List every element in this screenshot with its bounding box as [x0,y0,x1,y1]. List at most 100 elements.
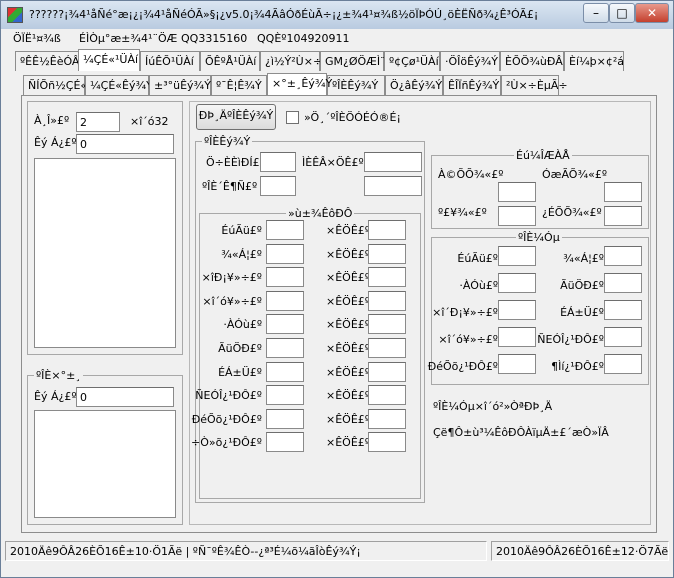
tab-row1-10[interactable]: Èí¼þ×¢²á [564,51,624,71]
tab-row2-3[interactable]: ±³°üÊý¾Ý [149,75,211,95]
growth-input-1[interactable] [498,182,536,202]
growth-input-4[interactable] [604,206,642,226]
attr-left-input[interactable] [266,338,304,358]
tab-row1-7[interactable]: º¢Çø¹ÜÀí [384,51,440,71]
skill-left-input[interactable] [498,354,536,374]
attr-right-label: ×ÊÖÊ£º [326,412,370,426]
skill-left-input[interactable] [498,327,536,347]
skill-right-input[interactable] [604,354,642,374]
attr-right-input[interactable] [368,267,406,288]
type-label: Ö÷ÈÈìÐÍ£º [206,156,265,169]
menu-qq[interactable]: QQ3315160 [181,32,247,45]
skill-right-input[interactable] [604,246,642,266]
menu-commercial[interactable]: ÉÌÒµ°æ±¾4¹¨ÖÆ [79,32,177,45]
tab-row1-1[interactable]: ºÊÊ½ÊèÓÂ [15,51,79,71]
attr-left-input[interactable] [266,220,304,240]
attr-left-label: ÐéÕõ¿¹ÐÔ£º [191,412,262,426]
tab-row2-9[interactable]: ²Ù×÷ÈµÃ÷ [501,75,568,95]
attr-right-input[interactable] [368,338,406,358]
growth-input-2[interactable] [604,182,642,202]
tab-row1-5[interactable]: ¿ì½Ý²Ù×÷ [260,51,322,71]
tab-row2-1[interactable]: ÑÍÕñ½ÇÉ« [23,75,87,95]
attr-left-label: ×î´ó¥»÷£º [202,294,262,308]
attr-right-label: ×ÊÖÊ£º [326,436,370,450]
growth-label-2: ÓæÃÕ¾«£º [542,168,608,181]
skill-right-input[interactable] [604,327,642,347]
tab-row1-8[interactable]: ·ÖÎöÊý¾Ý [440,51,500,71]
attr-right-label: ×ÊÖÊ£º [326,271,370,285]
attr-right-input[interactable] [368,432,406,453]
attr-left-input[interactable] [266,361,304,382]
attr-left-label: ÉÁ±Ü£º [218,365,262,379]
maximize-button[interactable]: □ [609,3,635,23]
attr-right-label: ×ÊÖÊ£º [326,342,370,355]
attr-left-input[interactable] [266,243,304,264]
menu-tools[interactable]: ÖÏË¹¤¾ß [13,32,61,45]
attr-left-input[interactable] [266,385,304,406]
attr-right-input[interactable] [368,243,406,264]
skill-left-input[interactable] [498,300,536,320]
skill-left-label: ÐéÕõ¿¹ÐÔ£º [427,360,498,373]
menu-qq-group[interactable]: QQÈº104920911 [257,32,349,45]
attr-left-label: ÉúÃü£º [221,224,262,237]
attr-left-input[interactable] [266,290,304,311]
attr-left-input[interactable] [266,408,304,429]
restore-checkbox[interactable] [286,111,299,124]
pet-listbox[interactable] [34,158,176,348]
quantity-input[interactable] [76,134,174,154]
tab-row1-3[interactable]: ÍúÊÕ¹ÜÀí [140,51,200,71]
window-title: ??????¡¾4¹åÑé°æ¡¿¡¾4¹åÑéÓÃ»§¡¿v5.0¡¾4ÃâÓ… [29,8,539,21]
modify-pet-button[interactable]: ÐÞ¸ÄºÎÈÊý¾Ý [196,104,276,130]
skill-right-label: ÑEÓÎ¿¹ÐÔ£º [537,333,604,346]
growth-input-3[interactable] [498,206,536,226]
status-bar: 2010Äê9ÔÂ26ÈÕ16Ê±10·Ö1Ãë | ºÑ¯ºÊ¾ÊÒ--¿ª³… [5,541,669,561]
tab-row2-4[interactable]: º¯Ê¦Ê¾Ý [211,75,267,95]
tab-pet-data[interactable]: ×°±¸Êý¾Ý [267,73,332,95]
pet-skill-title: ºÎÈ¼Óµ [516,231,562,244]
growth-group: Éú¼ÎÆÀÅ À©ÕÕ¾«£º ÓæÃÕ¾«£º º£¥¾«£º ¿ÉÕÕ¾«… [431,149,649,229]
attr-left-label: ·ÀÓù£º [223,318,262,332]
minimize-button[interactable]: – [583,3,609,23]
attr-left-input[interactable] [266,267,304,288]
attr-right-input[interactable] [368,361,406,382]
extra-input[interactable] [364,176,422,196]
base-attr-title: »ù±¾ÊôÐÔ [286,207,355,220]
restore-label: »Ö¸´ºÎÈÖÓÉÓ®É¡ [304,111,401,124]
skill-right-label: ¶Ìí¿¹ÐÔ£º [551,360,604,373]
skill-left-input[interactable] [498,246,536,266]
slot-input[interactable] [76,112,120,132]
attr-right-input[interactable] [368,314,406,335]
pet-count-input[interactable] [260,176,296,196]
attr-right-input[interactable] [368,220,406,240]
equip-listbox[interactable] [34,410,176,518]
tab-row1-9[interactable]: ÈÕÖ¾ùÐÂ [500,51,564,71]
attr-left-input[interactable] [266,314,304,335]
tab-row1-4[interactable]: ÕÊºÅ¹ÜÀí [200,51,260,71]
title-bar[interactable]: ??????¡¾4¹åÑé°æ¡¿¡¾4¹åÑéÓÃ»§¡¿v5.0¡¾4ÃâÓ… [1,1,673,29]
tab-row2-8[interactable]: ÊÎÏñÊý¾Ý [443,75,501,95]
menu-bar: ÖÏË¹¤¾ß ÉÌÒµ°æ±¾4¹¨ÖÆ QQ3315160 QQÈº1049… [5,30,669,48]
skill-right-input[interactable] [604,300,642,320]
tab-row2-6[interactable]: ºÎÈÊý¾Ý [327,75,385,95]
attr-right-input[interactable] [368,385,406,406]
quantity2-label: Êý Á¿£º [34,390,77,403]
skill-right-label: ¾«Á¦£º [563,252,604,265]
trade-label: ÌÈÊÂ×ÖÊ£º [302,156,364,169]
type-input[interactable] [260,152,296,172]
tab-row2-7[interactable]: Ö¿âÊý¾Ý [385,75,443,95]
skill-left-input[interactable] [498,273,536,293]
skill-right-input[interactable] [604,273,642,293]
attr-right-label: ×ÊÖÊ£º [326,294,370,308]
note-1: ºÎÈ¼Óµ×î´ó²»ÒªÐÞ¸Ä [433,400,553,413]
attr-right-input[interactable] [368,290,406,311]
tab-row2-2[interactable]: ¼ÇÉ«Êý¾Ý [85,75,153,95]
tab-row1-6[interactable]: GM¿ØÖÆÌ¨ [320,51,386,71]
app-icon [7,7,23,23]
attr-left-input[interactable] [266,432,304,453]
close-button[interactable]: ✕ [635,3,669,23]
attr-right-input[interactable] [368,408,406,429]
attr-right-label: ×ÊÖÊ£º [326,318,370,332]
quantity2-input[interactable] [76,387,174,407]
trade-input[interactable] [364,152,422,172]
tab-role-manage[interactable]: ¼ÇÉ«¹ÜÀí [78,49,140,71]
